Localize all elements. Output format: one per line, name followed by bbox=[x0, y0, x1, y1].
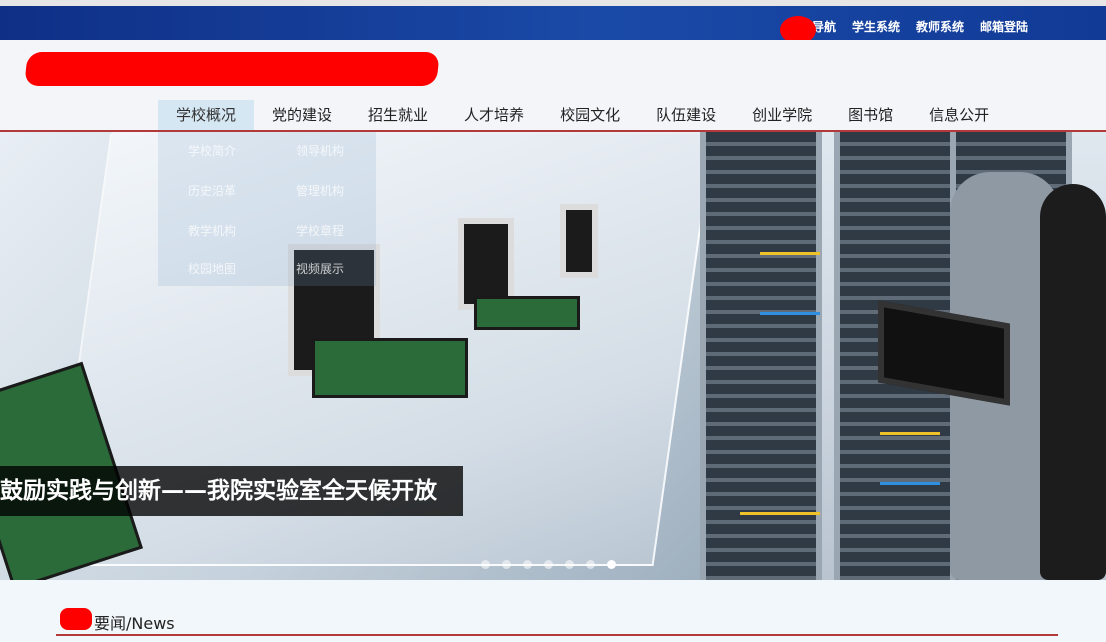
slide-dot-active[interactable] bbox=[607, 560, 616, 569]
nav-item-talent-training[interactable]: 人才培养 bbox=[446, 100, 542, 130]
top-link-mail-login[interactable]: 邮箱登陆 bbox=[980, 18, 1028, 35]
nav-item-admissions[interactable]: 招生就业 bbox=[350, 100, 446, 130]
cable-graphic bbox=[880, 482, 940, 485]
nav-item-library[interactable]: 图书馆 bbox=[830, 100, 911, 130]
nav-item-campus-culture[interactable]: 校园文化 bbox=[542, 100, 638, 130]
cable-graphic bbox=[880, 432, 940, 435]
redaction-mark bbox=[60, 608, 92, 630]
cable-graphic bbox=[760, 312, 820, 315]
nav-item-party-building[interactable]: 党的建设 bbox=[254, 100, 350, 130]
top-link-teacher-system[interactable]: 教师系统 bbox=[916, 18, 964, 35]
dropdown-item[interactable]: 校园地图 bbox=[188, 260, 236, 277]
logo-redacted bbox=[24, 52, 440, 86]
top-links: 导航 学生系统 教师系统 邮箱登陆 bbox=[812, 18, 1028, 35]
nav-dropdown-menu: 学校简介 领导机构 历史沿革 管理机构 教学机构 学校章程 校园地图 视频展示 bbox=[158, 132, 376, 286]
cable-graphic bbox=[740, 512, 820, 515]
nav-item-school-overview[interactable]: 学校概况 bbox=[158, 100, 255, 130]
main-nav: 学校概况 党的建设 招生就业 人才培养 校园文化 队伍建设 创业学院 图书馆 信… bbox=[158, 100, 1007, 130]
dropdown-item[interactable]: 领导机构 bbox=[296, 142, 344, 159]
slide-dot[interactable] bbox=[481, 560, 490, 569]
news-divider bbox=[56, 634, 1058, 636]
slide-dot[interactable] bbox=[502, 560, 511, 569]
dropdown-item[interactable]: 历史沿革 bbox=[188, 182, 236, 199]
circuit-board-graphic bbox=[474, 296, 580, 330]
nav-item-entrepreneurship[interactable]: 创业学院 bbox=[734, 100, 830, 130]
slide-dot[interactable] bbox=[523, 560, 532, 569]
monitor-graphic bbox=[560, 204, 598, 278]
dropdown-item[interactable]: 视频展示 bbox=[296, 260, 344, 277]
slide-dot[interactable] bbox=[544, 560, 553, 569]
top-link-student-system[interactable]: 学生系统 bbox=[852, 18, 900, 35]
nav-item-info-disclosure[interactable]: 信息公开 bbox=[911, 100, 1007, 130]
news-heading-text: 要闻/News bbox=[94, 614, 175, 633]
person-graphic bbox=[1040, 184, 1106, 580]
slide-indicators bbox=[481, 560, 616, 569]
circuit-board-graphic bbox=[312, 338, 468, 398]
dropdown-item[interactable]: 教学机构 bbox=[188, 222, 236, 239]
slide-caption[interactable]: 鼓励实践与创新——我院实验室全天候开放 bbox=[0, 466, 463, 516]
dropdown-item[interactable]: 学校章程 bbox=[296, 222, 344, 239]
slide-dot[interactable] bbox=[586, 560, 595, 569]
dropdown-item[interactable]: 管理机构 bbox=[296, 182, 344, 199]
top-bar: 导航 学生系统 教师系统 邮箱登陆 bbox=[0, 0, 1106, 44]
nav-item-team-building[interactable]: 队伍建设 bbox=[638, 100, 734, 130]
dropdown-item[interactable]: 学校简介 bbox=[188, 142, 236, 159]
cable-graphic bbox=[760, 252, 820, 255]
slide-dot[interactable] bbox=[565, 560, 574, 569]
